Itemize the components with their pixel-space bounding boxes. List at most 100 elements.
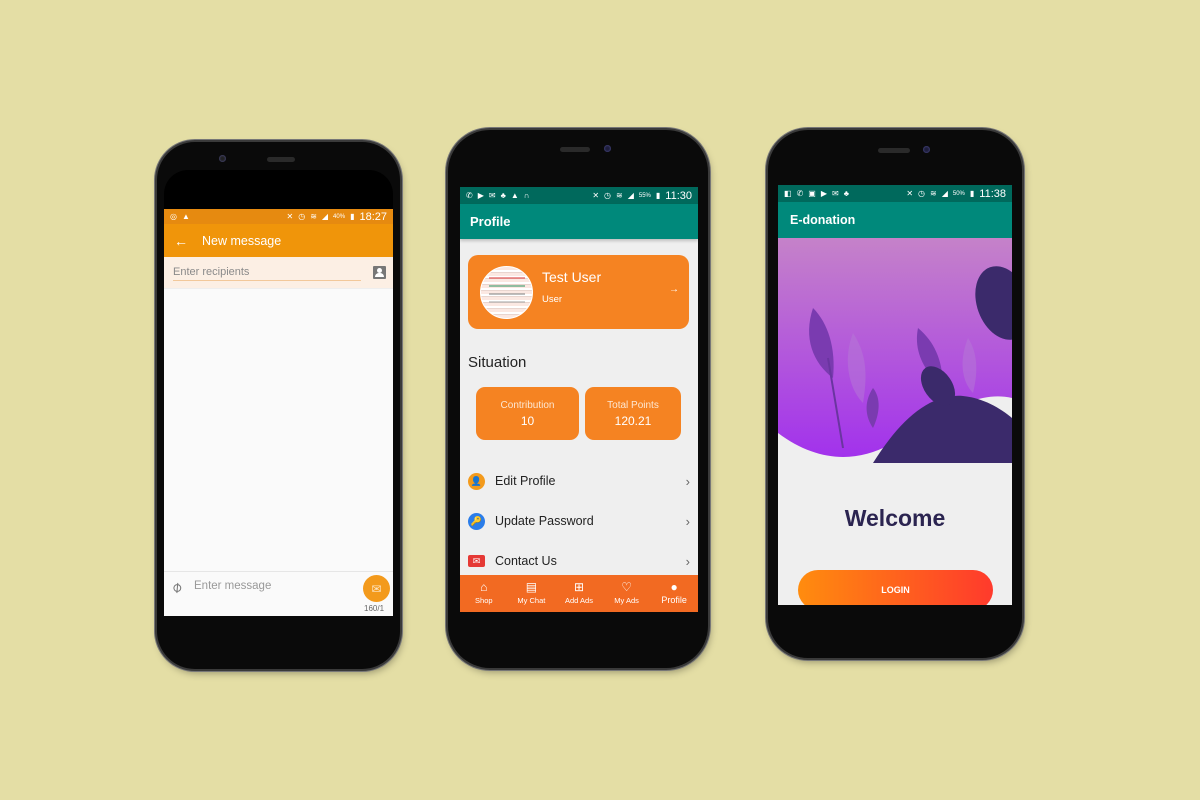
wifi-icon: ≋ [616,190,623,200]
nav-my-ads[interactable]: ♡ My Ads [603,575,651,612]
message-input[interactable]: Enter message [194,580,271,592]
send-mail-icon: ✉ [371,581,382,596]
earpiece [560,147,590,152]
compose-bar: ⌀ Enter message ✉ 160/1 [164,571,393,616]
clock: 18:27 [359,210,387,223]
whatsapp-icon: ◎ [170,211,177,221]
page-title: New message [202,233,282,248]
alarm-icon: ◷ [298,211,306,221]
phone-icon: ✆ [466,190,473,200]
char-counter: 160/1 [364,604,385,613]
battery-percent: 50% [952,190,965,197]
nav-label: Add Ads [565,596,593,605]
phone-sms: ◎ ▲ ✕ ◷ ≋ ◢ 40% ▮ 18:27 ← New message En… [157,142,400,669]
send-button[interactable]: ✉ [363,575,390,602]
phone-profile: ✆ ▶ ✉ ♣ ▲ ∩ ✕ ◷ ≋ ◢ 55% ▮ 11:30 Profile … [448,130,708,668]
mail-icon: ✉ [488,190,496,200]
nav-label: Shop [475,596,493,605]
attach-icon[interactable]: ⌀ [167,577,186,597]
chevron-right-icon: › [685,513,690,529]
user-role: User [542,294,563,305]
mail-icon: ✉ [468,555,485,567]
wifi-icon: ≋ [930,188,937,198]
contact-picker-icon[interactable] [373,266,386,279]
clock: 11:30 [665,189,692,202]
section-title: Situation [468,354,527,371]
chevron-right-icon: › [685,553,690,569]
youtube-icon: ▶ [820,188,827,198]
nav-label: My Ads [614,596,639,605]
earpiece [878,148,910,153]
edonation-screen: ◧ ✆ ▣ ▶ ✉ ♣ ✕ ◷ ≋ ◢ 50% ▮ 11:38 E-donati… [778,185,1012,605]
person-icon: ● [670,580,678,594]
incognito-icon: ♣ [500,190,506,200]
signal-icon: ◢ [941,188,948,198]
headset-icon: ∩ [523,190,530,200]
welcome-heading: Welcome [844,505,946,531]
profile-screen: ✆ ▶ ✉ ♣ ▲ ∩ ✕ ◷ ≋ ◢ 55% ▮ 11:30 Profile … [460,187,698,612]
battery-icon: ▮ [969,188,975,198]
menu-item-label: Contact Us [495,554,557,568]
avatar [480,266,533,319]
add-ad-icon: ⊞ [573,580,585,594]
earpiece [267,157,295,162]
app-bar: E-donation [778,202,1012,238]
clock: 11:38 [979,187,1006,200]
nav-profile[interactable]: ● Profile [650,575,698,612]
battery-icon: ▮ [350,211,355,221]
stat-value: 120.21 [614,414,652,428]
menu-item-label: Edit Profile [495,474,556,488]
alarm-icon: ◷ [918,188,925,198]
recipients-input[interactable]: Enter recipients [173,264,361,281]
sms-screen: ◎ ▲ ✕ ◷ ≋ ◢ 40% ▮ 18:27 ← New message En… [164,209,393,616]
signal-icon: ◢ [321,211,329,221]
mute-icon: ✕ [906,188,914,198]
menu-item-update-password[interactable]: 🔑 Update Password › [460,507,698,535]
battery-icon: ▮ [655,190,661,200]
page-title: E-donation [790,213,856,227]
front-camera [604,145,611,152]
stat-total-points: Total Points 120.21 [585,387,681,440]
battery-percent: 55% [638,192,651,199]
app-bar: ← New message [164,224,393,257]
phone-icon: ✆ [796,188,804,198]
person-icon: 👤 [468,472,485,490]
app-bar: Profile [460,204,698,239]
menu-item-label: Update Password [495,514,594,528]
tag-icon: ◧ [784,188,792,198]
mute-icon: ✕ [286,211,294,221]
heart-icon: ♡ [621,580,632,594]
message-thread-area [164,288,393,563]
warning-icon: ▲ [181,211,190,221]
incognito-icon: ♣ [843,188,849,198]
user-card[interactable]: Test User User → [468,255,689,329]
back-arrow-icon[interactable]: ← [174,233,188,249]
stat-value: 10 [520,414,535,428]
login-button[interactable]: LOGIN [798,570,993,605]
stat-contribution: Contribution 10 [476,387,579,440]
nav-add-ads[interactable]: ⊞ Add Ads [555,575,603,612]
arrow-right-icon: → [669,284,679,295]
status-bar: ✆ ▶ ✉ ♣ ▲ ∩ ✕ ◷ ≋ ◢ 55% ▮ 11:30 [460,187,698,204]
mail-icon: ✉ [831,188,839,198]
user-name: Test User [542,269,602,285]
page-title: Profile [470,214,511,229]
front-camera [923,146,930,153]
menu-item-contact-us[interactable]: ✉ Contact Us › [460,547,698,575]
menu-item-edit-profile[interactable]: 👤 Edit Profile › [460,467,698,495]
stat-label: Total Points [607,400,659,411]
chevron-right-icon: › [685,473,690,489]
nav-label: Profile [661,595,687,605]
nav-my-chat[interactable]: ▤ My Chat [508,575,556,612]
nav-shop[interactable]: ⌂ Shop [460,575,508,612]
recipients-row: Enter recipients [164,257,393,288]
alarm-icon: ◷ [604,190,611,200]
wifi-icon: ≋ [310,211,317,221]
warning-icon: ▲ [510,190,519,200]
status-bar: ◎ ▲ ✕ ◷ ≋ ◢ 40% ▮ 18:27 [164,209,393,224]
hero-illustration [778,238,1012,463]
signal-icon: ◢ [627,190,634,200]
key-icon: 🔑 [468,512,485,530]
gallery-icon: ▣ [808,188,816,198]
bottom-nav: ⌂ Shop ▤ My Chat ⊞ Add Ads ♡ My Ads ● Pr… [460,575,698,612]
